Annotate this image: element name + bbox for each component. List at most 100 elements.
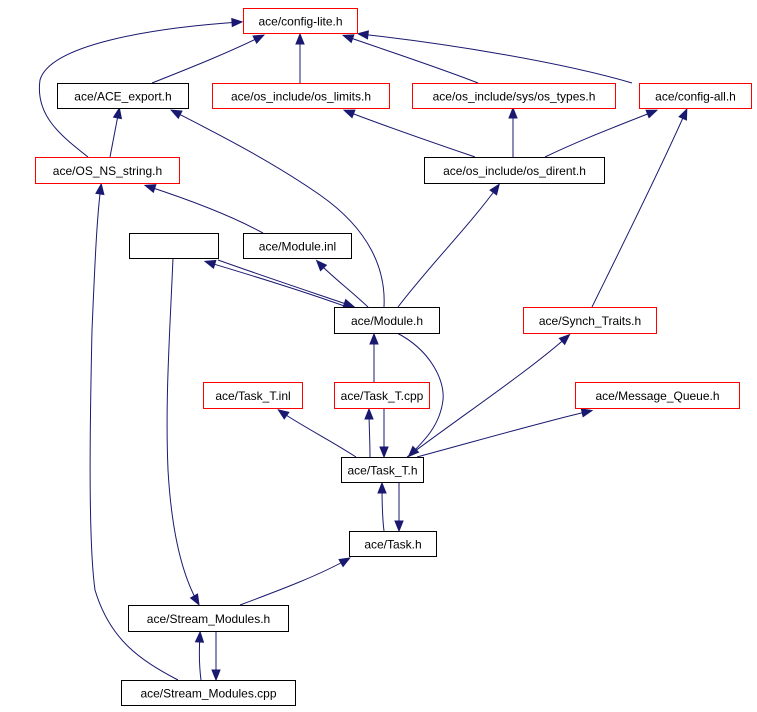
node-module-inl[interactable]: ace/Module.inl (243, 233, 352, 259)
edge-line (544, 110, 656, 158)
node-label: ace/OS_NS_string.h (53, 164, 162, 178)
node-module-cpp[interactable]: Module.cpp (129, 233, 219, 259)
node-label: ace/Message_Queue.h (595, 389, 719, 403)
edge-line (172, 110, 385, 308)
node-os-limits[interactable]: ace/os_include/os_limits.h (212, 83, 390, 109)
arrowhead-icon (338, 557, 351, 568)
node-label: ace/Task_T.h (347, 464, 417, 478)
edge-os-limits-to-config-lite (295, 32, 305, 83)
node-os-types[interactable]: ace/os_include/sys/os_types.h (412, 83, 616, 109)
edge-synch-traits-to-config-all (591, 107, 688, 308)
node-stream-modules-h[interactable]: ace/Stream_Modules.h (128, 605, 289, 632)
edge-line (317, 261, 369, 308)
arrowhead-icon (645, 109, 659, 119)
node-task-t-h[interactable]: ace/Task_T.h (341, 457, 424, 483)
arrowhead-icon (377, 481, 387, 494)
arrowhead-icon (489, 183, 500, 196)
node-label: ace/os_include/sys/os_types.h (433, 90, 596, 104)
node-label: ace/Module.inl (259, 240, 336, 254)
node-module-h[interactable]: ace/Module.h (334, 307, 440, 334)
arrowhead-icon (342, 109, 356, 119)
node-label: Module.cpp (143, 240, 205, 254)
node-label: ace/config-lite.h (258, 15, 342, 29)
arrowhead-icon (508, 106, 518, 119)
node-message-queue[interactable]: ace/Message_Queue.h (575, 382, 740, 409)
edge-os-types-to-config-lite (341, 34, 479, 84)
edge-task-t-cpp-to-module-h (369, 332, 379, 382)
arrowhead-icon (356, 30, 369, 40)
node-label: ace/ACE_export.h (74, 90, 171, 104)
edge-line (344, 35, 479, 84)
node-label: ace/Stream_Modules.h (147, 612, 270, 626)
node-task-h[interactable]: ace/Task.h (349, 531, 437, 557)
edge-os-ns-string-to-ace-export (109, 106, 123, 158)
edge-module-cpp-to-stream-modules-h (166, 257, 200, 606)
edge-line (206, 261, 351, 309)
arrowhead-icon (211, 669, 221, 682)
node-label: ace/Synch_Traits.h (539, 314, 641, 328)
node-config-lite[interactable]: ace/config-lite.h (243, 8, 358, 34)
arrowhead-icon (369, 332, 379, 345)
node-label: ace/Task_T.inl (215, 389, 290, 403)
edge-line (345, 110, 476, 158)
arrowhead-icon (203, 259, 217, 269)
node-label: ace/Task.h (364, 538, 421, 552)
edge-line (591, 110, 687, 308)
edges-layer (38, 17, 688, 682)
edge-line (151, 35, 263, 84)
arrowhead-icon (170, 109, 183, 120)
edge-line (239, 558, 349, 606)
node-os-ns-string[interactable]: ace/OS_NS_string.h (35, 157, 180, 184)
edge-line (359, 33, 633, 84)
edge-line (279, 410, 357, 458)
edge-line (397, 185, 499, 308)
edge-module-h-to-ace-export (170, 109, 385, 308)
edge-task-t-h-to-synch-traits (406, 333, 571, 458)
arrowhead-icon (231, 17, 244, 28)
node-synch-traits[interactable]: ace/Synch_Traits.h (523, 307, 657, 334)
arrowhead-icon (364, 407, 374, 420)
include-graph: ace/config-lite.h ace/ACE_export.h ace/os_… (35, 8, 752, 706)
arrowhead-icon (252, 34, 265, 45)
node-label: ace/Task_T.cpp (341, 389, 424, 403)
node-task-t-inl[interactable]: ace/Task_T.inl (203, 382, 303, 409)
arrowhead-icon (189, 593, 200, 606)
edge-stream-modules-h-to-task-h (239, 557, 351, 606)
edge-stream-modules-h-to-stream-modules-cpp (211, 630, 221, 682)
edge-module-h-to-os-dirent (397, 183, 500, 308)
node-label: ace/Module.h (351, 314, 423, 328)
node-config-all[interactable]: ace/config-all.h (639, 83, 752, 109)
edge-os-dirent-to-os-limits (342, 109, 476, 158)
arrowhead-icon (194, 630, 205, 643)
arrowhead-icon (143, 184, 157, 194)
edge-line (146, 185, 264, 234)
node-ace-export[interactable]: ace/ACE_export.h (57, 83, 189, 109)
arrowhead-icon (112, 106, 123, 120)
edge-task-t-h-to-task-t-inl (277, 409, 357, 458)
edge-stream-modules-cpp-to-stream-modules-h (194, 630, 205, 681)
edge-line (416, 410, 591, 458)
node-label: ace/Stream_Modules.cpp (140, 687, 276, 701)
edge-module-h-to-module-cpp (203, 259, 351, 309)
arrowhead-icon (379, 446, 389, 459)
edge-config-all-to-config-lite (356, 30, 633, 84)
edge-line (166, 257, 199, 604)
node-label: ace/os_include/os_limits.h (231, 90, 371, 104)
edge-module-cpp-to-module-h (217, 259, 356, 308)
nodes-layer: ace/config-lite.h ace/ACE_export.h ace/os_… (35, 8, 752, 706)
edge-os-dirent-to-config-all (544, 109, 659, 158)
node-task-t-cpp[interactable]: ace/Task_T.cpp (334, 382, 430, 409)
node-stream-modules-cpp[interactable]: ace/Stream_Modules.cpp (121, 680, 296, 706)
edge-task-t-h-to-message-queue (416, 408, 594, 458)
arrowhead-icon (341, 34, 355, 44)
edge-line (406, 335, 569, 458)
arrowhead-icon (678, 107, 688, 121)
edge-line (217, 259, 353, 307)
arrowhead-icon (295, 32, 305, 45)
arrowhead-icon (580, 408, 594, 418)
edge-module-inl-to-os-ns-string (143, 184, 264, 234)
edge-ace-export-to-config-lite (151, 34, 265, 84)
node-os-dirent[interactable]: ace/os_include/os_dirent.h (424, 157, 605, 184)
edge-task-h-to-task-t-h (377, 481, 387, 532)
edge-task-t-h-to-task-h (394, 481, 404, 533)
